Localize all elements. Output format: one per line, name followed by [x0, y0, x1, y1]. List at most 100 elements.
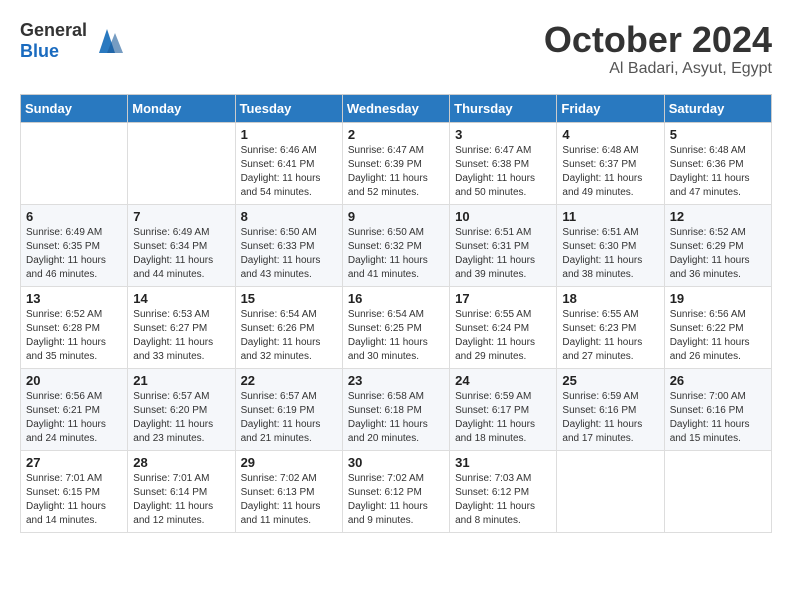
calendar-cell: 17 Sunrise: 6:55 AMSunset: 6:24 PMDayligh… — [450, 286, 557, 368]
day-info: Sunrise: 6:59 AMSunset: 6:16 PMDaylight:… — [562, 390, 658, 446]
day-header-saturday: Saturday — [664, 94, 771, 122]
calendar-cell: 18 Sunrise: 6:55 AMSunset: 6:23 PMDayligh… — [557, 286, 664, 368]
day-info: Sunrise: 7:03 AMSunset: 6:12 PMDaylight:… — [455, 472, 551, 528]
day-number: 27 — [26, 455, 122, 470]
day-number: 26 — [670, 373, 766, 388]
day-info: Sunrise: 6:57 AMSunset: 6:20 PMDaylight:… — [133, 390, 229, 446]
calendar-cell: 27 Sunrise: 7:01 AMSunset: 6:15 PMDayligh… — [21, 450, 128, 532]
day-info: Sunrise: 6:54 AMSunset: 6:25 PMDaylight:… — [348, 308, 444, 364]
day-header-monday: Monday — [128, 94, 235, 122]
day-info: Sunrise: 6:50 AMSunset: 6:33 PMDaylight:… — [241, 226, 337, 282]
day-info: Sunrise: 6:48 AMSunset: 6:36 PMDaylight:… — [670, 144, 766, 200]
location-title: Al Badari, Asyut, Egypt — [544, 60, 772, 78]
calendar-cell: 15Sunrise: 6:54 AMSunset: 6:26 PMDayligh… — [235, 286, 342, 368]
calendar-cell: 13Sunrise: 6:52 AMSunset: 6:28 PMDayligh… — [21, 286, 128, 368]
calendar-cell — [557, 450, 664, 532]
calendar-cell: 4 Sunrise: 6:48 AMSunset: 6:37 PMDaylight… — [557, 122, 664, 204]
logo: General Blue — [20, 20, 123, 62]
day-number: 20 — [26, 373, 122, 388]
day-number: 13 — [26, 291, 122, 306]
day-info: Sunrise: 6:50 AMSunset: 6:32 PMDaylight:… — [348, 226, 444, 282]
day-number: 18 — [562, 291, 658, 306]
week-row-4: 20 Sunrise: 6:56 AMSunset: 6:21 PMDayligh… — [21, 368, 772, 450]
day-number: 11 — [562, 209, 658, 224]
week-row-5: 27 Sunrise: 7:01 AMSunset: 6:15 PMDayligh… — [21, 450, 772, 532]
calendar-cell: 1 Sunrise: 6:46 AMSunset: 6:41 PMDaylight… — [235, 122, 342, 204]
calendar-cell: 20 Sunrise: 6:56 AMSunset: 6:21 PMDayligh… — [21, 368, 128, 450]
calendar-cell: 2 Sunrise: 6:47 AMSunset: 6:39 PMDaylight… — [342, 122, 449, 204]
day-number: 7 — [133, 209, 229, 224]
day-number: 17 — [455, 291, 551, 306]
day-number: 14 — [133, 291, 229, 306]
day-number: 2 — [348, 127, 444, 142]
calendar-cell: 7 Sunrise: 6:49 AMSunset: 6:34 PMDaylight… — [128, 204, 235, 286]
calendar-cell: 31 Sunrise: 7:03 AMSunset: 6:12 PMDayligh… — [450, 450, 557, 532]
day-info: Sunrise: 6:51 AMSunset: 6:30 PMDaylight:… — [562, 226, 658, 282]
logo-icon — [91, 25, 123, 57]
day-number: 29 — [241, 455, 337, 470]
week-row-2: 6 Sunrise: 6:49 AMSunset: 6:35 PMDaylight… — [21, 204, 772, 286]
day-info: Sunrise: 6:49 AMSunset: 6:35 PMDaylight:… — [26, 226, 122, 282]
day-number: 30 — [348, 455, 444, 470]
day-info: Sunrise: 6:47 AMSunset: 6:39 PMDaylight:… — [348, 144, 444, 200]
day-info: Sunrise: 6:55 AMSunset: 6:23 PMDaylight:… — [562, 308, 658, 364]
calendar-cell: 12 Sunrise: 6:52 AMSunset: 6:29 PMDayligh… — [664, 204, 771, 286]
calendar-cell: 10Sunrise: 6:51 AMSunset: 6:31 PMDayligh… — [450, 204, 557, 286]
day-info: Sunrise: 7:02 AMSunset: 6:13 PMDaylight:… — [241, 472, 337, 528]
day-header-friday: Friday — [557, 94, 664, 122]
day-number: 5 — [670, 127, 766, 142]
calendar-cell: 9 Sunrise: 6:50 AMSunset: 6:32 PMDaylight… — [342, 204, 449, 286]
day-number: 1 — [241, 127, 337, 142]
day-number: 31 — [455, 455, 551, 470]
calendar-cell: 26 Sunrise: 7:00 AMSunset: 6:16 PMDayligh… — [664, 368, 771, 450]
day-info: Sunrise: 6:53 AMSunset: 6:27 PMDaylight:… — [133, 308, 229, 364]
day-number: 16 — [348, 291, 444, 306]
calendar-cell: 22Sunrise: 6:57 AMSunset: 6:19 PMDayligh… — [235, 368, 342, 450]
day-number: 23 — [348, 373, 444, 388]
month-title: October 2024 — [544, 20, 772, 60]
day-info: Sunrise: 7:02 AMSunset: 6:12 PMDaylight:… — [348, 472, 444, 528]
day-number: 25 — [562, 373, 658, 388]
day-info: Sunrise: 6:48 AMSunset: 6:37 PMDaylight:… — [562, 144, 658, 200]
day-info: Sunrise: 6:52 AMSunset: 6:29 PMDaylight:… — [670, 226, 766, 282]
day-number: 15 — [241, 291, 337, 306]
day-header-wednesday: Wednesday — [342, 94, 449, 122]
day-info: Sunrise: 7:00 AMSunset: 6:16 PMDaylight:… — [670, 390, 766, 446]
day-number: 8 — [241, 209, 337, 224]
calendar-cell: 24Sunrise: 6:59 AMSunset: 6:17 PMDayligh… — [450, 368, 557, 450]
logo-blue: Blue — [20, 41, 59, 61]
day-info: Sunrise: 6:49 AMSunset: 6:34 PMDaylight:… — [133, 226, 229, 282]
calendar-cell: 5 Sunrise: 6:48 AMSunset: 6:36 PMDaylight… — [664, 122, 771, 204]
day-info: Sunrise: 6:47 AMSunset: 6:38 PMDaylight:… — [455, 144, 551, 200]
day-header-tuesday: Tuesday — [235, 94, 342, 122]
day-info: Sunrise: 7:01 AMSunset: 6:14 PMDaylight:… — [133, 472, 229, 528]
calendar-cell: 19Sunrise: 6:56 AMSunset: 6:22 PMDayligh… — [664, 286, 771, 368]
title-block: October 2024 Al Badari, Asyut, Egypt — [544, 20, 772, 78]
day-number: 4 — [562, 127, 658, 142]
calendar-cell: 21Sunrise: 6:57 AMSunset: 6:20 PMDayligh… — [128, 368, 235, 450]
calendar-cell: 6 Sunrise: 6:49 AMSunset: 6:35 PMDaylight… — [21, 204, 128, 286]
day-info: Sunrise: 6:58 AMSunset: 6:18 PMDaylight:… — [348, 390, 444, 446]
calendar-cell — [21, 122, 128, 204]
day-info: Sunrise: 6:55 AMSunset: 6:24 PMDaylight:… — [455, 308, 551, 364]
header-row: SundayMondayTuesdayWednesdayThursdayFrid… — [21, 94, 772, 122]
day-info: Sunrise: 6:46 AMSunset: 6:41 PMDaylight:… — [241, 144, 337, 200]
day-number: 9 — [348, 209, 444, 224]
day-info: Sunrise: 6:56 AMSunset: 6:22 PMDaylight:… — [670, 308, 766, 364]
day-info: Sunrise: 6:59 AMSunset: 6:17 PMDaylight:… — [455, 390, 551, 446]
day-header-sunday: Sunday — [21, 94, 128, 122]
day-number: 12 — [670, 209, 766, 224]
day-info: Sunrise: 7:01 AMSunset: 6:15 PMDaylight:… — [26, 472, 122, 528]
calendar-cell: 28 Sunrise: 7:01 AMSunset: 6:14 PMDayligh… — [128, 450, 235, 532]
day-number: 28 — [133, 455, 229, 470]
page-header: General Blue October 2024 Al Badari, Asy… — [20, 20, 772, 78]
day-number: 6 — [26, 209, 122, 224]
day-number: 10 — [455, 209, 551, 224]
calendar-cell: 23 Sunrise: 6:58 AMSunset: 6:18 PMDayligh… — [342, 368, 449, 450]
day-header-thursday: Thursday — [450, 94, 557, 122]
day-info: Sunrise: 6:56 AMSunset: 6:21 PMDaylight:… — [26, 390, 122, 446]
calendar-cell: 25 Sunrise: 6:59 AMSunset: 6:16 PMDayligh… — [557, 368, 664, 450]
day-number: 22 — [241, 373, 337, 388]
logo-text: General Blue — [20, 20, 87, 62]
calendar-cell: 3Sunrise: 6:47 AMSunset: 6:38 PMDaylight… — [450, 122, 557, 204]
